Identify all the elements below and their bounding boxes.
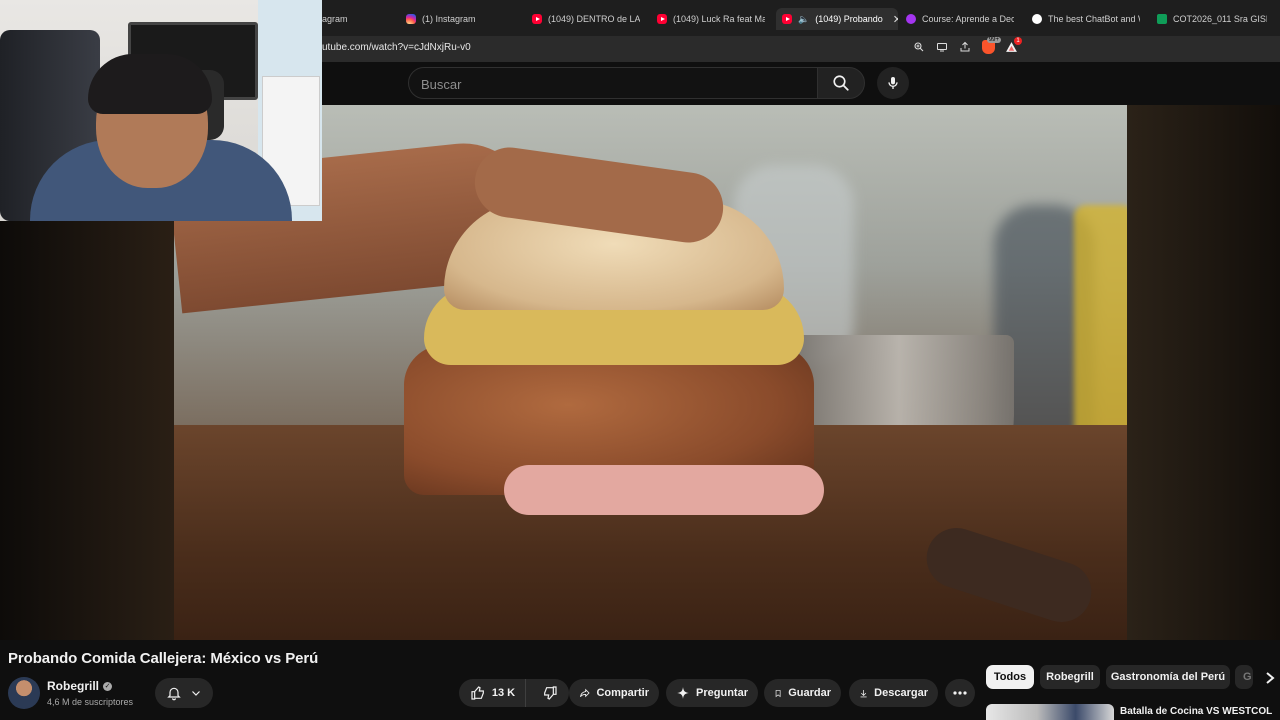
microphone-icon bbox=[888, 77, 898, 89]
tab-course[interactable]: Course: Aprende a Decid bbox=[906, 8, 1014, 30]
tab-instagram-partial[interactable]: agram bbox=[322, 8, 382, 30]
burger-ham bbox=[504, 465, 824, 515]
sparkle-icon bbox=[677, 687, 689, 699]
share-button[interactable]: Compartir bbox=[569, 679, 659, 707]
tab-instagram[interactable]: (1) Instagram bbox=[406, 8, 516, 30]
chip-partial[interactable]: G bbox=[1235, 665, 1253, 689]
download-icon bbox=[860, 689, 867, 697]
chatbot-icon bbox=[1032, 14, 1042, 24]
zoom-icon[interactable] bbox=[912, 40, 926, 54]
tab-label: (1049) Probando bbox=[815, 14, 883, 24]
video-title: Probando Comida Callejera: México vs Per… bbox=[8, 650, 319, 667]
tab-chatbot[interactable]: The best ChatBot and W bbox=[1032, 8, 1140, 30]
brave-badge: 99+ bbox=[986, 37, 1001, 43]
tab-label: Course: Aprende a Decid bbox=[922, 14, 1014, 24]
tab-label: The best ChatBot and W bbox=[1048, 14, 1140, 24]
bell-icon bbox=[167, 687, 181, 701]
channel-name-link[interactable]: Robegrill ✓ bbox=[47, 679, 113, 693]
chips-next-button[interactable] bbox=[1262, 670, 1278, 686]
tab-youtube-probando[interactable]: 🔈 (1049) Probando ✕ bbox=[776, 8, 898, 30]
tab-label: (1049) Luck Ra feat Malu bbox=[673, 14, 765, 24]
brave-shield-icon[interactable]: 99+ bbox=[981, 37, 1001, 54]
channel-name: Robegrill bbox=[47, 679, 100, 693]
voice-search-button[interactable] bbox=[877, 67, 909, 99]
speaker-icon[interactable]: 🔈 bbox=[798, 14, 809, 25]
tab-sheets[interactable]: COT2026_011 Sra GISEL bbox=[1157, 8, 1267, 30]
like-dislike-group: 13 K bbox=[459, 679, 569, 707]
chip-robegrill[interactable]: Robegrill bbox=[1040, 665, 1100, 689]
chevron-right-icon bbox=[1266, 672, 1275, 684]
share-icon bbox=[580, 688, 590, 698]
tab-label: agram bbox=[322, 14, 348, 24]
verified-icon: ✓ bbox=[103, 681, 113, 691]
youtube-icon bbox=[782, 14, 792, 24]
ask-button[interactable]: Preguntar bbox=[666, 679, 758, 707]
ask-label: Preguntar bbox=[696, 687, 748, 699]
search-icon bbox=[833, 75, 849, 91]
search-input[interactable] bbox=[421, 75, 801, 93]
webcam-overlay bbox=[0, 0, 322, 221]
chip-gastronomia[interactable]: Gastronomía del Perú bbox=[1106, 665, 1230, 689]
course-icon bbox=[906, 14, 916, 24]
address-bar-icons: 99+ 1 bbox=[912, 37, 1022, 54]
player-letterbox-right bbox=[1127, 105, 1280, 640]
tab-label: COT2026_011 Sra GISEL bbox=[1173, 14, 1267, 24]
tab-youtube-luck-ra[interactable]: (1049) Luck Ra feat Malu bbox=[657, 8, 765, 30]
url-field[interactable]: utube.com/watch?v=cJdNxjRu-v0 bbox=[322, 42, 471, 53]
youtube-icon bbox=[657, 14, 667, 24]
tab-label: (1) Instagram bbox=[422, 14, 476, 24]
sheets-icon bbox=[1157, 14, 1167, 24]
youtube-icon bbox=[532, 14, 542, 24]
save-label: Guardar bbox=[788, 687, 831, 699]
webcam-person-hair bbox=[88, 54, 212, 114]
share-label: Compartir bbox=[596, 687, 649, 699]
thumbs-up-icon bbox=[471, 686, 484, 700]
bookmark-icon bbox=[775, 689, 781, 697]
search-box bbox=[408, 67, 818, 99]
search-button[interactable] bbox=[817, 67, 865, 99]
instagram-icon bbox=[406, 14, 416, 24]
save-button[interactable]: Guardar bbox=[764, 679, 841, 707]
subscriber-count: 4,6 M de suscriptores bbox=[47, 697, 134, 707]
recommended-title[interactable]: Batalla de Cocina VS WESTCOL bbox=[1120, 706, 1272, 717]
alert-badge: 1 bbox=[1014, 37, 1022, 45]
brave-rewards-icon[interactable]: 1 bbox=[1004, 37, 1022, 54]
notification-button[interactable] bbox=[155, 678, 213, 708]
download-button[interactable]: Descargar bbox=[849, 679, 938, 707]
like-button[interactable]: 13 K bbox=[460, 679, 527, 707]
chip-todos[interactable]: Todos bbox=[986, 665, 1034, 689]
download-label: Descargar bbox=[874, 687, 928, 699]
like-count: 13 K bbox=[491, 687, 516, 699]
dislike-button[interactable] bbox=[532, 679, 568, 707]
channel-avatar[interactable] bbox=[8, 677, 40, 709]
cast-icon[interactable] bbox=[935, 40, 949, 54]
recommended-thumbnail[interactable] bbox=[986, 704, 1114, 720]
share-page-icon[interactable] bbox=[958, 40, 972, 54]
more-actions-button[interactable] bbox=[945, 679, 975, 707]
chevron-down-icon bbox=[192, 691, 200, 696]
thumbs-down-icon bbox=[544, 686, 557, 700]
tab-youtube-dentro[interactable]: (1049) DENTRO de LA FÁ bbox=[532, 8, 640, 30]
tab-label: (1049) DENTRO de LA FÁ bbox=[548, 14, 640, 24]
close-icon[interactable]: ✕ bbox=[893, 13, 898, 26]
more-horizontal-icon bbox=[953, 691, 967, 695]
